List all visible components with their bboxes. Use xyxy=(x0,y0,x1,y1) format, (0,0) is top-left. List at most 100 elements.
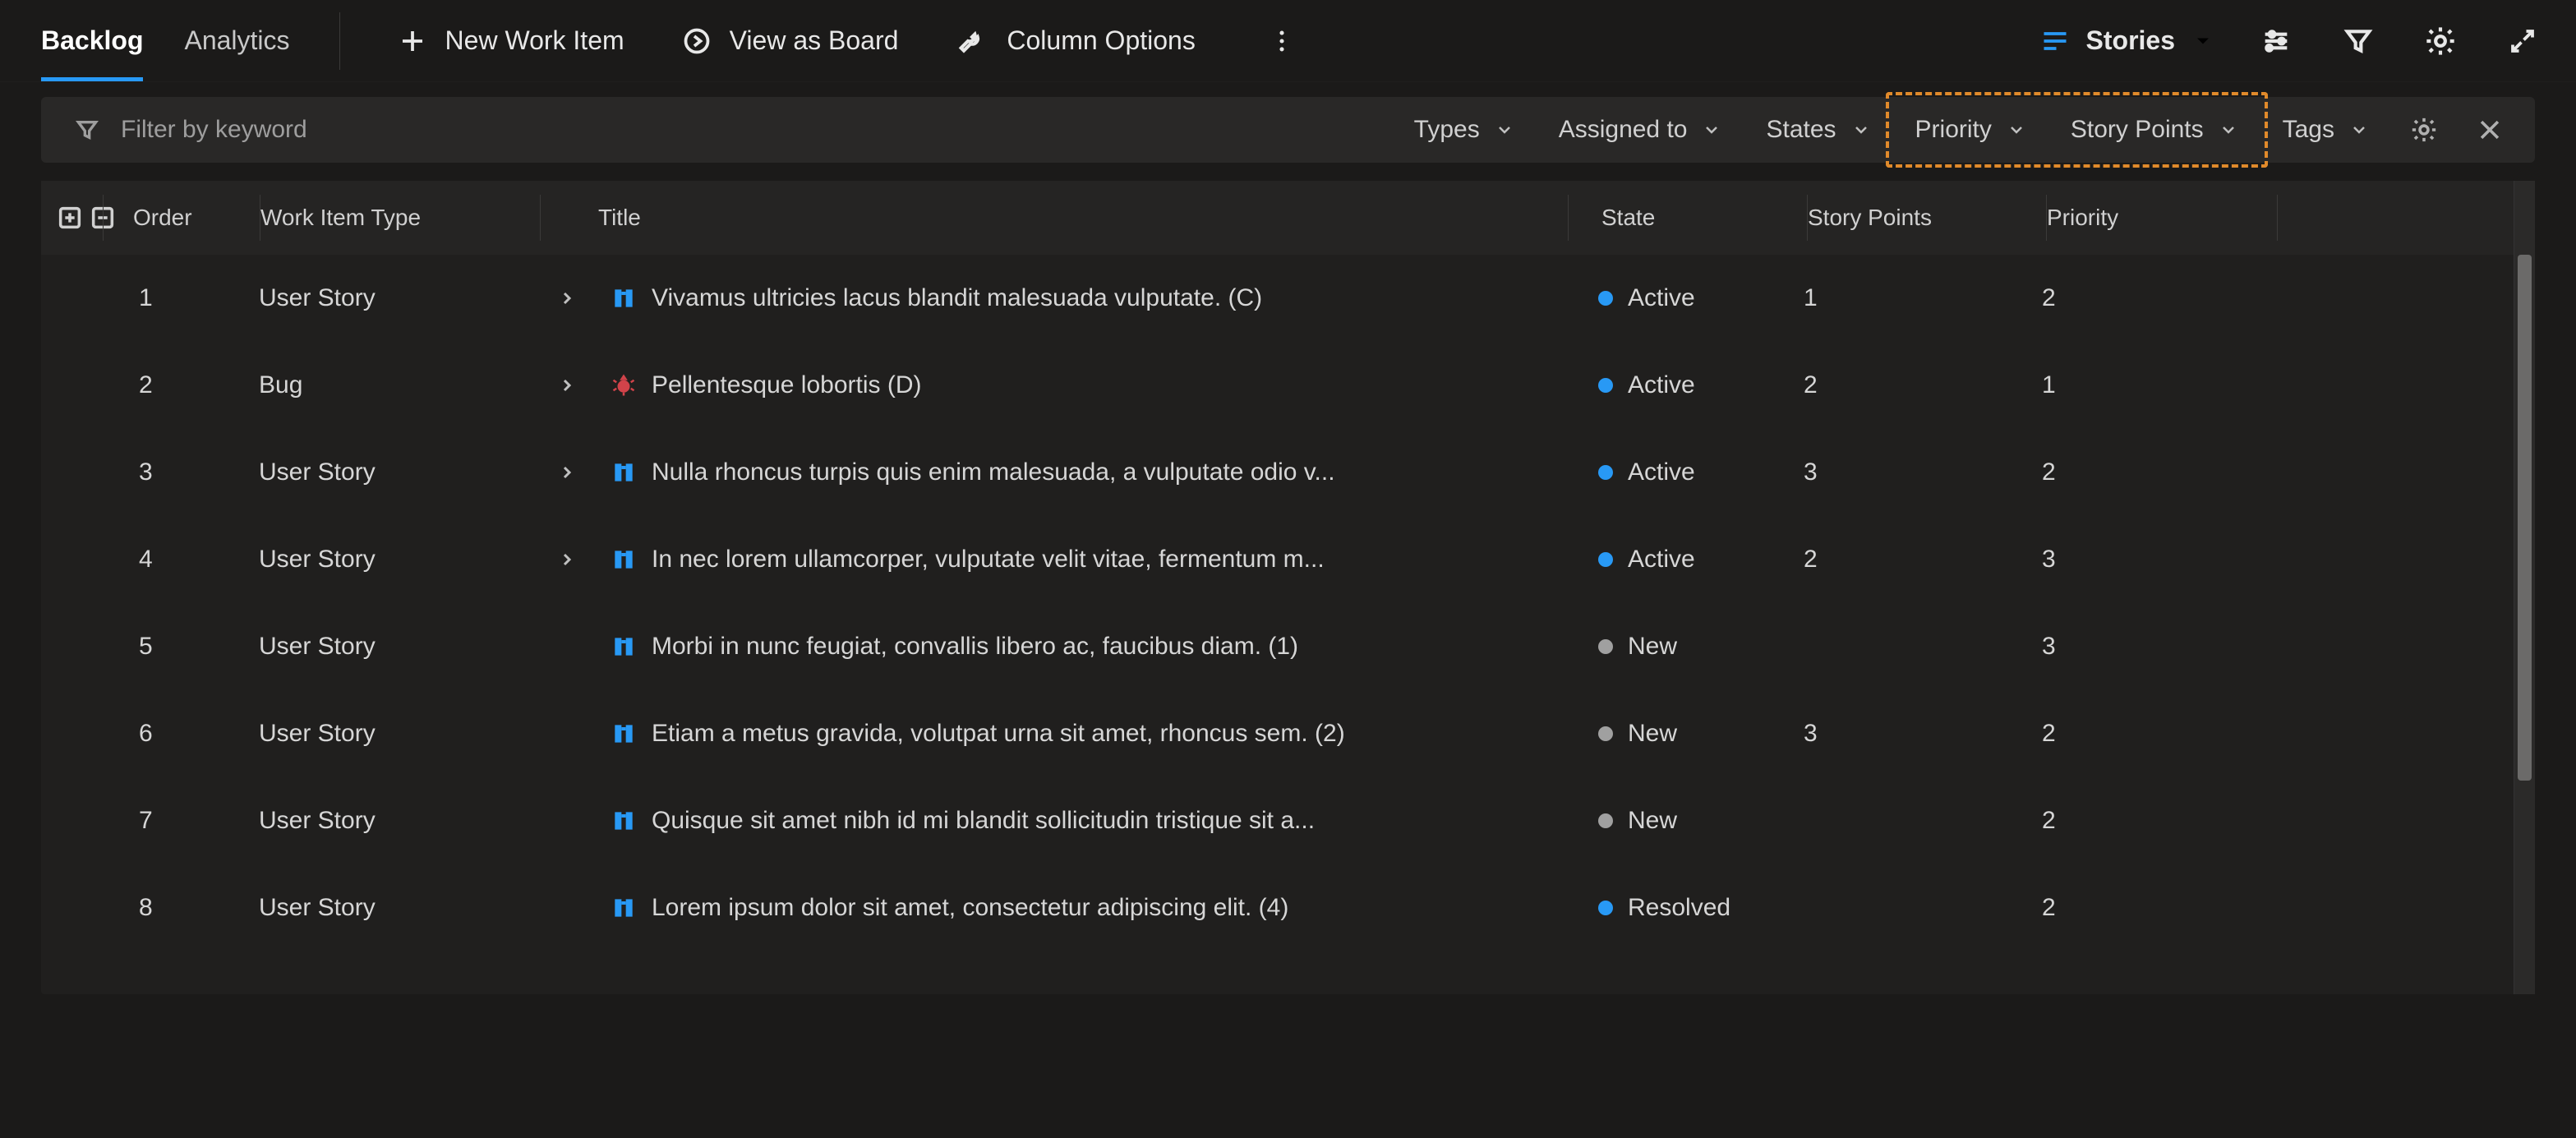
new-work-item-label: New Work Item xyxy=(445,25,624,56)
state-dot xyxy=(1598,291,1613,306)
filter-states[interactable]: States xyxy=(1748,108,1888,152)
tab-analytics[interactable]: Analytics xyxy=(184,0,289,81)
cell-story-points: 3 xyxy=(1804,458,2042,486)
cell-order: 7 xyxy=(103,807,259,835)
user-story-icon xyxy=(609,893,638,923)
filter-actions xyxy=(2403,109,2510,150)
state-dot xyxy=(1598,813,1613,828)
plus-icon xyxy=(398,26,427,56)
state-text: Active xyxy=(1628,458,1695,486)
scrollbar-thumb[interactable] xyxy=(2518,255,2532,781)
filter-bar: Types Assigned to States Priority Story … xyxy=(41,97,2535,163)
filter-settings-button[interactable] xyxy=(2403,109,2445,150)
column-options-label: Column Options xyxy=(1007,25,1195,56)
view-options-button[interactable] xyxy=(2256,21,2297,62)
expand-row-button[interactable] xyxy=(538,463,596,482)
table-row[interactable]: 8User StoryLorem ipsum dolor sit amet, c… xyxy=(41,864,2514,951)
title-text: Nulla rhoncus turpis quis enim malesuada… xyxy=(652,458,1335,486)
state-text: Active xyxy=(1628,371,1695,399)
table-row[interactable]: 1 User StoryVivamus ultricies lacus bland… xyxy=(41,255,2514,342)
table-row[interactable]: 3User StoryNulla rhoncus turpis quis eni… xyxy=(41,429,2514,516)
state-text: New xyxy=(1628,633,1677,661)
view-as-board-button[interactable]: View as Board xyxy=(674,21,907,61)
cell-state: New xyxy=(1565,807,1804,835)
table-row[interactable]: 7User StoryQuisque sit amet nibh id mi b… xyxy=(41,777,2514,864)
user-story-icon xyxy=(609,719,638,749)
gear-icon xyxy=(2410,116,2438,144)
state-dot xyxy=(1598,465,1613,480)
table-row[interactable]: 6User StoryEtiam a metus gravida, volutp… xyxy=(41,690,2514,777)
filter-priority[interactable]: Priority xyxy=(1897,108,2044,152)
table-row[interactable]: 2BugPellentesque lobortis (D)Active21 xyxy=(41,342,2514,429)
toolbar-right: Stories xyxy=(2040,21,2543,62)
cell-title[interactable]: Lorem ipsum dolor sit amet, consectetur … xyxy=(538,893,1565,923)
view-as-board-label: View as Board xyxy=(730,25,899,56)
cell-priority: 3 xyxy=(2042,546,2272,574)
gear-icon xyxy=(2424,25,2457,58)
chevron-down-icon xyxy=(2191,30,2214,53)
cell-priority: 2 xyxy=(2042,720,2272,748)
settings-button[interactable] xyxy=(2420,21,2461,62)
cell-title[interactable]: Morbi in nunc feugiat, convallis libero … xyxy=(538,632,1565,661)
state-dot xyxy=(1598,639,1613,654)
column-header-priority[interactable]: Priority xyxy=(2047,205,2277,231)
cell-story-points: 3 xyxy=(1804,720,2042,748)
cell-type: Bug xyxy=(259,371,538,399)
state-dot xyxy=(1598,901,1613,915)
more-actions-button[interactable] xyxy=(1261,21,1302,62)
cell-title[interactable]: Pellentesque lobortis (D) xyxy=(538,371,1565,400)
filter-toggle-button[interactable] xyxy=(2338,21,2379,62)
column-header-title[interactable]: Title xyxy=(541,205,1568,231)
user-story-icon xyxy=(609,806,638,836)
cell-title[interactable]: Nulla rhoncus turpis quis enim malesuada… xyxy=(538,458,1565,487)
work-item-grid: Order Work Item Type Title State Story P… xyxy=(41,181,2535,994)
backlog-level-selector[interactable]: Stories xyxy=(2040,25,2214,56)
filter-keyword-input[interactable] xyxy=(121,116,614,144)
cell-title[interactable]: Quisque sit amet nibh id mi blandit soll… xyxy=(538,806,1565,836)
expand-row-button[interactable] xyxy=(538,375,596,395)
filter-story-points[interactable]: Story Points xyxy=(2053,108,2256,152)
filter-dropdowns: Types Assigned to States Priority Story … xyxy=(1396,108,2510,152)
user-story-icon xyxy=(609,458,638,487)
expand-row-button[interactable] xyxy=(538,288,596,308)
filter-assigned-to[interactable]: Assigned to xyxy=(1541,108,1740,152)
filter-tags[interactable]: Tags xyxy=(2265,108,2387,152)
cell-story-points: 1 xyxy=(1804,284,2042,312)
column-header-type[interactable]: Work Item Type xyxy=(260,205,540,231)
filter-states-label: States xyxy=(1766,116,1836,144)
cell-type: User Story xyxy=(259,284,538,312)
filter-types[interactable]: Types xyxy=(1396,108,1532,152)
new-work-item-button[interactable]: New Work Item xyxy=(389,21,633,61)
cell-type: User Story xyxy=(259,546,538,574)
table-row[interactable]: 4User StoryIn nec lorem ullamcorper, vul… xyxy=(41,516,2514,603)
tabs: Backlog Analytics xyxy=(41,0,290,81)
cell-title[interactable]: Etiam a metus gravida, volutpat urna sit… xyxy=(538,719,1565,749)
table-row[interactable]: 5User StoryMorbi in nunc feugiat, conval… xyxy=(41,603,2514,690)
divider xyxy=(339,12,340,70)
column-header-state[interactable]: State xyxy=(1569,205,1807,231)
column-header-order[interactable]: Order xyxy=(104,205,260,231)
chevron-down-icon xyxy=(1702,120,1721,140)
column-options-button[interactable]: Column Options xyxy=(947,20,1203,62)
filter-types-label: Types xyxy=(1414,116,1480,144)
expand-row-button[interactable] xyxy=(538,550,596,569)
cell-state: Active xyxy=(1565,284,1804,312)
cell-type: User Story xyxy=(259,633,538,661)
wrench-icon xyxy=(956,25,988,58)
cell-title[interactable]: Vivamus ultricies lacus blandit malesuad… xyxy=(538,283,1565,313)
title-text: Pellentesque lobortis (D) xyxy=(652,371,922,399)
column-header-story-points[interactable]: Story Points xyxy=(1808,205,2046,231)
cell-title[interactable]: In nec lorem ullamcorper, vulputate veli… xyxy=(538,545,1565,574)
fullscreen-button[interactable] xyxy=(2502,21,2543,62)
cell-order: 6 xyxy=(103,720,259,748)
close-filter-button[interactable] xyxy=(2469,109,2510,150)
expand-all-button[interactable] xyxy=(56,200,84,235)
grid-body: 1User StoryVivamus ultricies lacus bland… xyxy=(41,255,2514,951)
state-text: Resolved xyxy=(1628,894,1730,922)
vertical-scrollbar[interactable] xyxy=(2514,181,2535,994)
tab-backlog[interactable]: Backlog xyxy=(41,0,143,81)
cell-state: Active xyxy=(1565,546,1804,574)
cell-state: New xyxy=(1565,720,1804,748)
cell-priority: 2 xyxy=(2042,458,2272,486)
cell-type: User Story xyxy=(259,807,538,835)
